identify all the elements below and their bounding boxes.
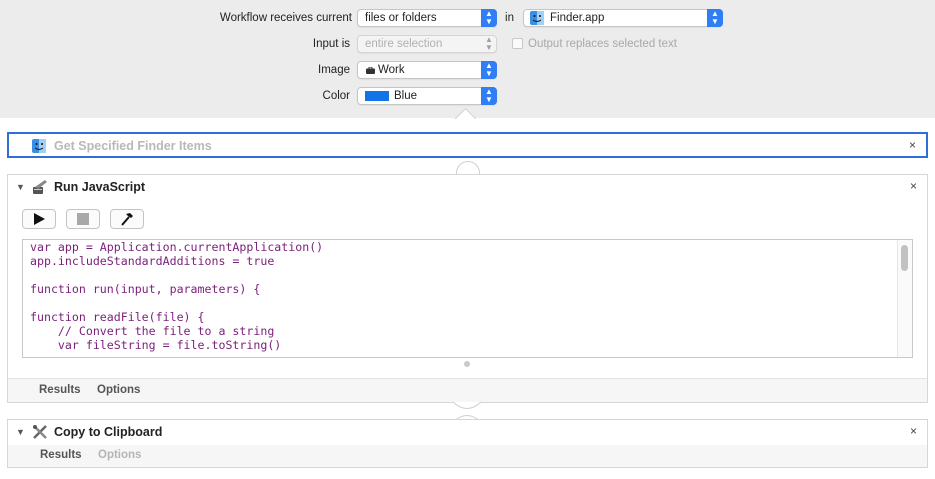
input-value: entire selection	[365, 38, 443, 50]
action-get-finder-items[interactable]: Get Specified Finder Items ×	[7, 132, 928, 158]
briefcase-icon	[366, 67, 375, 74]
color-swatch	[365, 91, 389, 101]
tools-icon	[33, 425, 47, 439]
app-value: Finder.app	[550, 12, 605, 24]
action-copy-to-clipboard[interactable]: ▼ Copy to Clipboard × Results Options	[7, 419, 928, 468]
stop-icon	[77, 213, 89, 225]
options-tab[interactable]: Options	[97, 384, 140, 396]
popup-arrows-icon: ▲ ▼	[481, 9, 497, 27]
resize-handle[interactable]	[464, 361, 470, 367]
replace-label: Output replaces selected text	[528, 38, 677, 50]
action-footer	[8, 379, 927, 402]
input-popup[interactable]: entire selection ▲ ▼	[357, 35, 497, 53]
script-editor[interactable]: var app = Application.currentApplication…	[22, 239, 913, 358]
in-label: in	[505, 12, 514, 24]
action-footer	[8, 445, 927, 467]
popup-arrows-icon: ▲ ▼	[481, 61, 497, 79]
output-replaces-checkbox[interactable]	[512, 38, 523, 49]
compile-button[interactable]	[110, 209, 144, 229]
disclosure-triangle-icon[interactable]: ▼	[16, 427, 25, 437]
receives-label: Workflow receives current	[219, 12, 352, 24]
image-value: Work	[378, 64, 405, 76]
image-label: Image	[318, 64, 350, 76]
color-label: Color	[322, 90, 350, 102]
color-value: Blue	[394, 90, 418, 102]
input-label: Input is	[312, 38, 350, 50]
results-tab[interactable]: Results	[40, 449, 82, 461]
play-icon	[34, 213, 45, 225]
close-icon[interactable]: ×	[910, 179, 917, 193]
scrollbar-track[interactable]	[897, 240, 912, 357]
workflow-header: Workflow receives current files or folde…	[0, 0, 935, 119]
options-tab[interactable]: Options	[98, 449, 141, 461]
hammer-icon	[121, 213, 133, 226]
popup-arrows-icon: ▲ ▼	[707, 9, 723, 27]
image-popup[interactable]: Work ▲ ▼	[357, 61, 497, 79]
close-icon[interactable]: ×	[910, 424, 917, 438]
close-icon[interactable]: ×	[909, 138, 916, 152]
scrollbar-thumb[interactable]	[901, 245, 908, 271]
action-title: Copy to Clipboard	[54, 425, 163, 439]
stop-button[interactable]	[66, 209, 100, 229]
popup-arrows-icon: ▲ ▼	[485, 35, 493, 52]
app-popup[interactable]: Finder.app ▲ ▼	[523, 9, 723, 27]
action-title: Get Specified Finder Items	[54, 139, 212, 153]
run-button[interactable]	[22, 209, 56, 229]
action-title: Run JavaScript	[54, 180, 146, 194]
finder-icon	[32, 139, 46, 153]
finder-icon	[530, 11, 544, 25]
results-tab[interactable]: Results	[39, 384, 81, 396]
script-toolbar	[22, 209, 182, 231]
popup-arrows-icon: ▲ ▼	[481, 87, 497, 105]
color-popup[interactable]: Blue ▲ ▼	[357, 87, 497, 105]
receives-value: files or folders	[365, 12, 437, 24]
receives-popup[interactable]: files or folders ▲ ▼	[357, 9, 497, 27]
script-tools-icon	[33, 180, 47, 194]
script-code: var app = Application.currentApplication…	[30, 240, 324, 352]
disclosure-triangle-icon[interactable]: ▼	[16, 182, 25, 192]
